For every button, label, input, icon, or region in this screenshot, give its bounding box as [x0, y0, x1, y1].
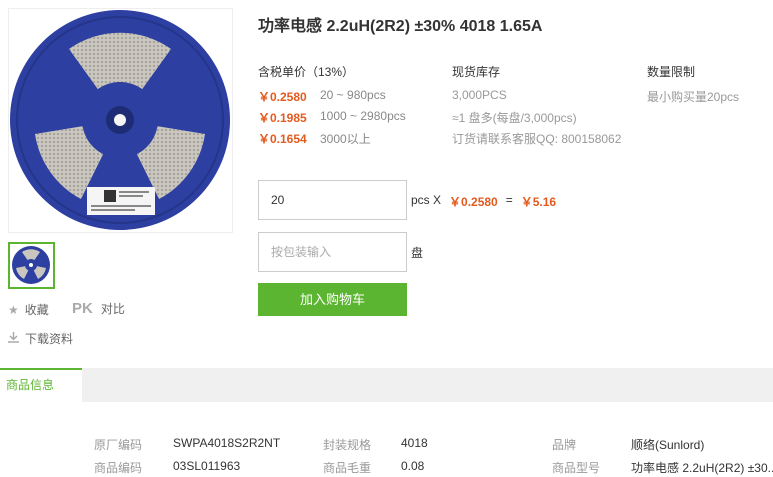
product-main-image: [8, 8, 233, 233]
spec-label: 商品毛重: [323, 461, 372, 475]
tier-price: ￥0.2580: [258, 90, 307, 104]
tier-quantity: 3000以上: [320, 132, 371, 146]
price-tier: ￥0.1654 3000以上: [258, 130, 371, 147]
tab-bar: [0, 368, 773, 402]
stock-reel-info: ≈1 盘多(每盘/3,000pcs): [452, 111, 577, 125]
tier-quantity: 20 ~ 980pcs: [320, 88, 386, 102]
download-label: 下载资料: [25, 332, 74, 346]
equals-sign: =: [505, 193, 513, 207]
unit-label: pcs X: [411, 193, 442, 207]
spec-label: 商品编码: [94, 461, 143, 475]
price-calculation: pcs X ￥0.2580 = ￥5.16: [411, 193, 556, 210]
quantity-input[interactable]: 20: [258, 180, 407, 220]
price-tier: ￥0.2580 20 ~ 980pcs: [258, 88, 386, 105]
tier-quantity: 1000 ~ 2980pcs: [320, 109, 406, 123]
favorite-action[interactable]: ★ 收藏: [8, 301, 49, 318]
spec-label: 原厂编码: [94, 438, 143, 452]
package-unit: 盘: [411, 246, 424, 260]
spec-label: 封装规格: [323, 438, 372, 452]
product-thumbnail[interactable]: [8, 242, 55, 289]
compare-label: 对比: [100, 302, 125, 316]
add-to-cart-button[interactable]: 加入购物车: [258, 283, 407, 316]
stock-contact: 订货请联系客服QQ: 800158062: [452, 132, 622, 146]
spec-value: 4018: [401, 436, 428, 450]
package-input[interactable]: 按包装输入: [258, 232, 407, 272]
spec-label: 品牌: [552, 438, 577, 452]
download-datasheet-action[interactable]: 下载资料: [8, 330, 73, 347]
tab-product-info[interactable]: 商品信息: [0, 368, 82, 402]
limit-header: 数量限制: [647, 65, 696, 79]
tier-price: ￥0.1654: [258, 132, 307, 146]
favorite-label: 收藏: [24, 303, 49, 317]
spec-value: 03SL011963: [173, 459, 241, 473]
component-reel-image: [10, 10, 230, 230]
spec-label: 商品型号: [552, 461, 601, 475]
tier-price: ￥0.1985: [258, 111, 307, 125]
total-price: ￥5.16: [520, 195, 557, 209]
stock-quantity: 3,000PCS: [452, 88, 507, 102]
star-icon: ★: [8, 302, 19, 317]
min-purchase-text: 最小购买量20pcs: [647, 90, 740, 104]
spec-value: 0.08: [401, 459, 425, 473]
unit-price: ￥0.2580: [449, 195, 498, 209]
compare-action[interactable]: PK 对比: [72, 300, 125, 317]
spec-value: 功率电感 2.2uH(2R2) ±30..: [631, 461, 773, 475]
price-header: 含税单价（13%）: [258, 65, 355, 79]
spec-value: 顺络(Sunlord): [631, 438, 705, 452]
download-icon: [8, 331, 19, 346]
pk-badge: PK: [72, 300, 93, 317]
stock-header: 现货库存: [452, 65, 501, 79]
spec-value: SWPA4018S2R2NT: [173, 436, 281, 450]
component-reel-thumbnail: [12, 246, 50, 284]
product-title: 功率电感 2.2uH(2R2) ±30% 4018 1.65A: [258, 18, 543, 35]
price-tier: ￥0.1985 1000 ~ 2980pcs: [258, 109, 406, 126]
